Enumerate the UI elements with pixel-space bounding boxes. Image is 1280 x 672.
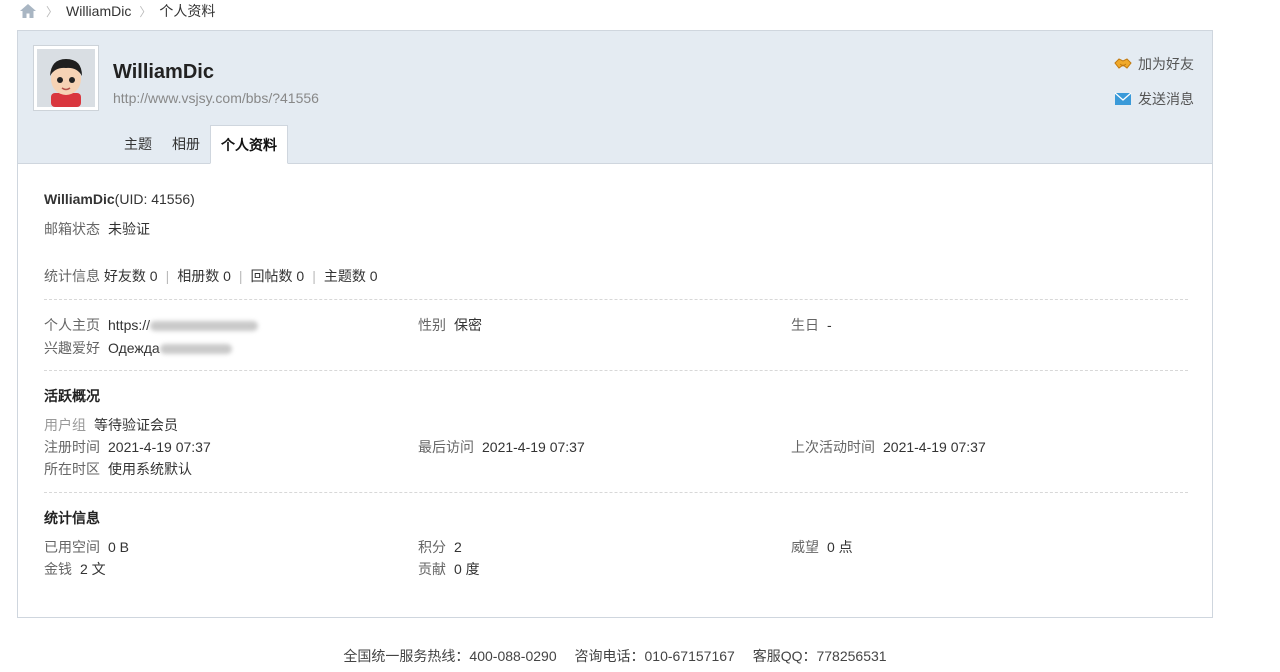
email-status-value: 未验证 [108, 221, 150, 237]
breadcrumb-separator: 〉 [46, 4, 59, 19]
breadcrumb-current: 个人资料 [159, 3, 216, 19]
timezone-row: 所在时区 使用系统默认 [44, 459, 192, 479]
handshake-icon [1114, 56, 1132, 72]
footer-phone: 咨询电话：010-67157167 [574, 648, 735, 664]
threads-count-link[interactable]: 主题数 0 [324, 268, 378, 284]
last-active-value: 2021-4-19 07:37 [883, 439, 986, 455]
email-status-row: 邮箱状态 未验证 [44, 219, 150, 239]
activity-section-title: 活跃概况 [44, 388, 100, 404]
gender-label: 性别 [418, 317, 446, 333]
avatar[interactable] [33, 45, 99, 111]
home-icon[interactable] [18, 2, 38, 20]
profile-name: WilliamDic [113, 61, 214, 83]
last-visit-row: 最后访问 2021-4-19 07:37 [418, 437, 585, 457]
gender-value: 保密 [454, 317, 482, 333]
money-label: 金钱 [44, 561, 72, 577]
user-name-bold: WilliamDic [44, 191, 115, 207]
prestige-label: 威望 [791, 539, 819, 555]
hobby-label: 兴趣爱好 [44, 340, 100, 356]
profile-header: WilliamDic http://www.vsjsy.com/bbs/?415… [18, 31, 1212, 164]
replies-count-link[interactable]: 回帖数 0 [251, 268, 305, 284]
redacted-blur [150, 321, 259, 332]
last-visit-label: 最后访问 [418, 439, 474, 455]
section-divider [44, 370, 1188, 371]
timezone-value: 使用系统默认 [108, 461, 192, 477]
timezone-label: 所在时区 [44, 461, 100, 477]
used-space-label: 已用空间 [44, 539, 100, 555]
prestige-row: 威望 0 点 [791, 537, 853, 557]
add-friend-button[interactable]: 加为好友 [1114, 53, 1194, 75]
homepage-link[interactable]: https:// [108, 317, 150, 333]
user-group-value[interactable]: 等待验证会员 [94, 417, 178, 433]
footer-contact: 全国统一服务热线：400-088-0290 咨询电话：010-67157167 … [0, 646, 1230, 666]
money-row: 金钱 2 文 [44, 559, 106, 579]
breadcrumb-user-link[interactable]: WilliamDic [66, 3, 131, 19]
pipe-divider: | [165, 268, 170, 284]
contribution-value: 0 度 [454, 561, 480, 577]
register-time-label: 注册时间 [44, 439, 100, 455]
profile-tabs: 主题 相册 个人资料 [114, 125, 288, 164]
points-label: 积分 [418, 539, 446, 555]
last-visit-value: 2021-4-19 07:37 [482, 439, 585, 455]
statistics-section-title: 统计信息 [44, 510, 100, 526]
redacted-blur [159, 344, 232, 355]
send-message-button[interactable]: 发送消息 [1114, 88, 1194, 110]
homepage-label: 个人主页 [44, 317, 100, 333]
points-value: 2 [454, 539, 462, 555]
add-friend-label: 加为好友 [1138, 56, 1194, 72]
email-status-label: 邮箱状态 [44, 221, 100, 237]
used-space-row: 已用空间 0 B [44, 537, 129, 557]
section-divider [44, 492, 1188, 493]
send-message-label: 发送消息 [1138, 91, 1194, 107]
contribution-label: 贡献 [418, 561, 446, 577]
mail-icon [1114, 91, 1132, 107]
avatar-cartoon-boy-icon [37, 49, 95, 107]
profile-panel: WilliamDic http://www.vsjsy.com/bbs/?415… [17, 30, 1213, 618]
contribution-row: 贡献 0 度 [418, 559, 480, 579]
section-divider [44, 299, 1188, 300]
hobby-row: 兴趣爱好 Одежда [44, 338, 232, 358]
used-space-value: 0 B [108, 539, 130, 555]
pipe-divider: | [312, 268, 316, 284]
birthday-label: 生日 [791, 317, 819, 333]
points-row: 积分 2 [418, 537, 462, 557]
user-uid: (UID: 41556) [114, 191, 195, 207]
gender-row: 性别 保密 [418, 315, 482, 335]
hobby-value: Одежда [108, 340, 160, 356]
register-time-value: 2021-4-19 07:37 [108, 439, 211, 455]
tab-threads[interactable]: 主题 [114, 125, 162, 164]
last-active-label: 上次活动时间 [791, 439, 875, 455]
prestige-value: 0 点 [827, 539, 853, 555]
stats-summary-row: 统计信息 好友数 0 | 相册数 0 | 回帖数 0 | 主题数 0 [44, 266, 378, 286]
register-time-row: 注册时间 2021-4-19 07:37 [44, 437, 211, 457]
footer-hotline: 全国统一服务热线：400-088-0290 [343, 648, 557, 664]
pipe-divider: | [238, 268, 243, 284]
last-active-row: 上次活动时间 2021-4-19 07:37 [791, 437, 986, 457]
friends-count-link[interactable]: 好友数 0 [104, 268, 158, 284]
profile-url[interactable]: http://www.vsjsy.com/bbs/?41556 [113, 90, 319, 106]
user-group-row: 用户组 等待验证会员 [44, 415, 178, 435]
albums-count-link[interactable]: 相册数 0 [177, 268, 231, 284]
money-value: 2 文 [80, 561, 106, 577]
stats-summary-label: 统计信息 [44, 268, 100, 284]
birthday-row: 生日 - [791, 315, 832, 335]
homepage-row: 个人主页 https:// [44, 315, 259, 335]
footer-qq: 客服QQ：778256531 [752, 648, 887, 664]
breadcrumb: 〉 WilliamDic 〉 个人资料 [18, 0, 215, 22]
user-group-label: 用户组 [44, 417, 86, 433]
tab-albums[interactable]: 相册 [162, 125, 210, 164]
birthday-value: - [827, 317, 832, 333]
profile-actions: 加为好友 发送消息 [1114, 53, 1194, 123]
breadcrumb-separator: 〉 [139, 4, 152, 19]
tab-profile[interactable]: 个人资料 [210, 125, 288, 164]
user-identity: WilliamDic(UID: 41556) [44, 191, 195, 207]
